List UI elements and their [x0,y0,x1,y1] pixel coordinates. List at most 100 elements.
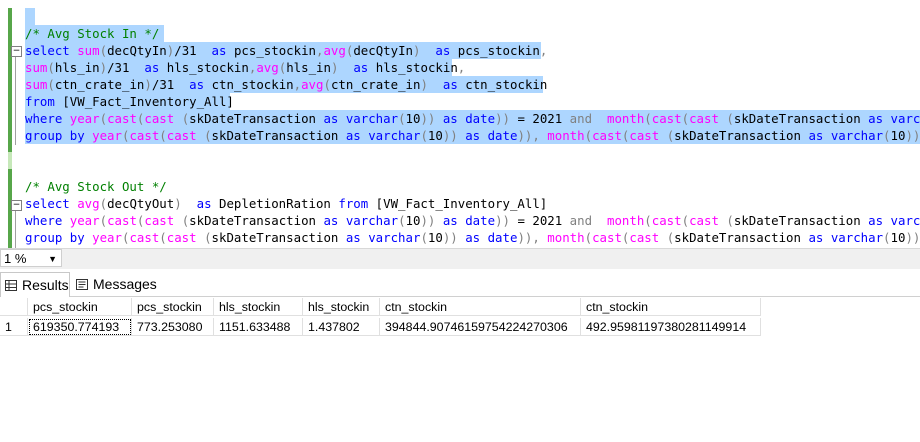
column-header[interactable]: pcs_stockin [132,298,214,316]
code-token: skDateTransaction [733,111,869,126]
code-token: = 2021 [509,111,570,126]
code-token: as varchar [323,111,399,126]
table-cell[interactable]: 773.253080 [132,318,214,336]
table-cell[interactable]: 1151.633488 [214,318,303,336]
table-cell[interactable]: 619350.774193 [28,318,132,336]
table-cell[interactable]: 394844.90746159754224270306 [380,318,581,336]
code-token: skDateTransaction [189,213,324,228]
change-indicator [8,8,12,152]
code-token: decQtyIn [107,43,167,58]
code-token: = 2021 [509,213,570,228]
code-token: cast [689,111,727,126]
code-token: group by [25,230,93,245]
code-line[interactable]: where year(cast(cast (skDateTransaction … [25,212,920,229]
code-token: year [92,128,122,143]
code-token: select [25,196,78,211]
code-token: 10 [405,213,421,228]
column-header[interactable]: hls_stockin [214,298,303,316]
code-token: cast [166,230,205,245]
code-token: )) [420,213,436,228]
code-line[interactable]: sum(hls_in)/31 as hls_stockin,avg(hls_in… [25,59,465,76]
tab-results[interactable]: Results [0,272,70,297]
row-number[interactable]: 1 [0,318,28,336]
code-token: DepletionRation [219,196,339,211]
code-token: 10 [890,128,906,143]
code-token: ( [204,128,212,143]
fold-guide [15,211,16,248]
code-token: ( [420,230,428,245]
column-header[interactable]: hls_stockin [303,298,380,316]
code-token: avg [77,196,100,211]
code-token: cast [651,213,682,228]
code-token: as [442,77,466,92]
code-token: )), [517,230,548,245]
zoom-dropdown[interactable]: 1 % ▼ [0,249,62,267]
code-token: as varchar [808,230,884,245]
code-token: ( [204,230,212,245]
code-line[interactable]: group by year(cast(cast (skDateTransacti… [25,127,920,144]
code-token: where [25,213,70,228]
code-token: as date [457,230,518,245]
table-cell[interactable]: 1.437802 [303,318,380,336]
code-line[interactable]: select sum(decQtyIn)/31 as pcs_stockin,a… [25,42,547,59]
code-token: avg [256,60,279,75]
code-token: , [539,43,548,58]
code-token: decQtyIn [353,43,414,58]
code-token: ( [726,111,734,126]
messages-icon [76,273,88,290]
code-token: ( [99,43,108,58]
collapse-region-icon[interactable]: − [11,46,22,57]
chevron-down-icon[interactable]: ▼ [48,250,57,268]
results-tab-strip: Results Messages [0,270,920,297]
code-token: cast [651,111,682,126]
code-token: ) [413,43,436,58]
code-token: ( [681,213,690,228]
code-token: /* Avg Stock Out */ [25,179,167,194]
row-header-corner[interactable] [0,298,28,316]
code-line[interactable]: /* Avg Stock Out */ [25,178,167,195]
code-token: )) [495,111,510,126]
fold-guide [15,57,16,145]
code-token: ) [99,60,108,75]
code-token: hls_in [286,60,331,75]
code-token: year [92,230,122,245]
code-token: )) [905,230,920,245]
code-token: as date [457,128,518,143]
code-token: sum [25,60,48,75]
code-token: cast [592,128,622,143]
code-token: cast [107,111,137,126]
code-token: group by [25,128,93,143]
code-token: ( [584,230,593,245]
code-token: as [211,43,234,58]
code-line[interactable]: select avg(decQtyOut) as DepletionRation… [25,195,547,212]
code-line[interactable]: group by year(cast(cast (skDateTransacti… [25,229,920,246]
code-token: , [293,77,302,92]
code-token: select [25,43,78,58]
code-token: skDateTransaction [211,128,346,143]
column-header[interactable]: ctn_stockin [380,298,581,316]
code-token: hls_in [54,60,100,75]
grid-icon [5,274,17,291]
code-line[interactable]: /* Avg Stock In */ [25,25,159,42]
collapse-region-icon[interactable]: − [11,200,22,211]
code-line[interactable]: from [VW_Fact_Inventory_All] [25,93,234,110]
column-header[interactable]: ctn_stockin [581,298,761,316]
code-token: decQtyOut [107,196,175,211]
code-token: ( [398,111,406,126]
code-token: cast [629,128,667,143]
code-token: cast [166,128,205,143]
code-token: 10 [427,128,443,143]
code-token: /31 [151,77,190,92]
code-token: as [196,196,219,211]
table-cell[interactable]: 492.95981197380281149914 [581,318,761,336]
column-header[interactable]: pcs_stockin [28,298,132,316]
sql-editor[interactable]: − − /* Avg Stock In */select sum(decQtyI… [0,0,920,248]
tab-messages[interactable]: Messages [72,272,172,296]
code-token: ) [330,60,354,75]
code-token: 10 [427,230,443,245]
code-token: pcs_stockin [233,43,316,58]
code-token: ctn_crate_in [54,77,145,92]
code-line[interactable]: where year(cast(cast (skDateTransaction … [25,110,920,127]
code-line[interactable]: sum(ctn_crate_in)/31 as ctn_stockin,avg(… [25,76,547,93]
code-token: )) [495,213,510,228]
